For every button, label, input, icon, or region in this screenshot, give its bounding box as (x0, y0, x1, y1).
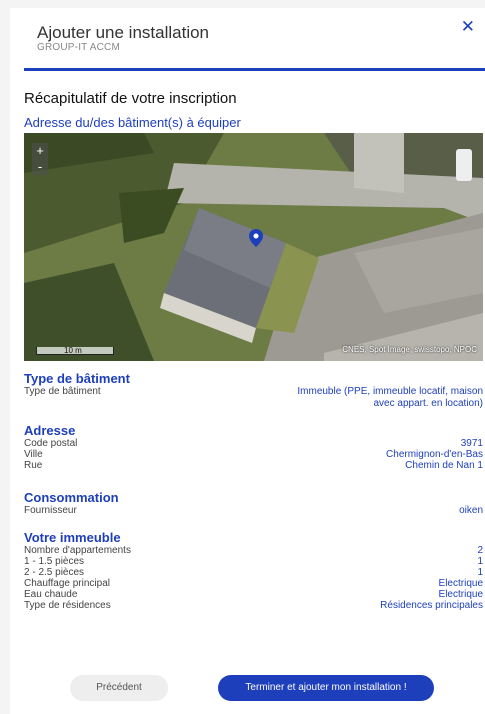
previous-button[interactable]: Précédent (70, 675, 168, 701)
building-type-row: Type de bâtiment Immeuble (PPE, immeuble… (24, 386, 483, 410)
city-label: Ville (24, 449, 43, 460)
zoom-in-button[interactable]: + (32, 143, 48, 159)
close-icon[interactable]: ✕ (461, 18, 475, 36)
residence-type-value: Résidences principales (380, 600, 483, 611)
building-type-value-line2: avec appart. en location) (373, 398, 483, 409)
scale-label: 10 m (64, 346, 82, 355)
map-imagery (24, 133, 483, 361)
main-heating-value: Electrique (438, 578, 483, 589)
zoom-out-button[interactable]: - (32, 159, 48, 175)
postal-code-value: 3971 (460, 438, 483, 449)
info-row: Code postal 3971 (24, 438, 483, 449)
info-row: Fournisseur oiken (24, 505, 483, 516)
map-pin-icon[interactable] (249, 229, 263, 247)
building-type-value-line1: Immeuble (PPE, immeuble locatif, maison (297, 386, 483, 397)
rooms-1-value: 1 (477, 556, 483, 567)
street-value: Chemin de Nan 1 (405, 460, 483, 471)
apartments-count-label: Nombre d'appartements (24, 545, 131, 556)
header-divider (24, 68, 485, 71)
hot-water-label: Eau chaude (24, 589, 78, 600)
map-credit: CNES, Spot Image, swisstopo, NPOC (342, 345, 477, 354)
building-heading: Votre immeuble (24, 530, 121, 545)
building-section: Votre immeuble Nombre d'appartements 2 1… (24, 530, 483, 612)
address-heading: Adresse (24, 423, 76, 438)
dialog-title: Ajouter une installation (37, 23, 210, 42)
info-row: Rue Chemin de Nan 1 (24, 460, 483, 471)
finish-button[interactable]: Terminer et ajouter mon installation ! (218, 675, 434, 701)
consumption-heading: Consommation (24, 490, 119, 505)
postal-code-label: Code postal (24, 438, 78, 449)
main-heating-label: Chauffage principal (24, 578, 110, 589)
recap-title: Récapitulatif de votre inscription (24, 90, 237, 107)
address-section-title: Adresse du/des bâtiment(s) à équiper (24, 115, 241, 130)
city-value: Chermignon-d'en-Bas (386, 449, 483, 460)
dialog-header: Ajouter une installation GROUP-IT ACCM ✕ (10, 8, 485, 70)
apartments-count-value: 2 (477, 545, 483, 556)
consumption-section: Consommation Fournisseur oiken (24, 490, 483, 517)
dialog-subtitle: GROUP-IT ACCM (37, 42, 120, 53)
supplier-label: Fournisseur (24, 505, 77, 516)
parked-car (456, 149, 472, 181)
info-row: 1 - 1.5 pièces 1 (24, 556, 483, 567)
rooms-1-label: 1 - 1.5 pièces (24, 556, 85, 567)
street-label: Rue (24, 460, 43, 471)
zoom-control: + - (32, 143, 48, 175)
info-row: Ville Chermignon-d'en-Bas (24, 449, 483, 460)
info-row: Chauffage principal Electrique (24, 578, 483, 589)
add-installation-dialog: Ajouter une installation GROUP-IT ACCM ✕… (10, 8, 485, 714)
hot-water-value: Electrique (438, 589, 483, 600)
building-type-section: Type de bâtiment Type de bâtiment Immeub… (24, 372, 483, 410)
info-row: Type de résidences Résidences principale… (24, 600, 483, 611)
address-section: Adresse Code postal 3971 Ville Chermigno… (24, 423, 483, 472)
supplier-value: oiken (459, 505, 483, 516)
rooms-2-value: 1 (477, 567, 483, 578)
residence-type-label: Type de résidences (24, 600, 111, 611)
info-row: Nombre d'appartements 2 (24, 545, 483, 556)
rooms-2-label: 2 - 2.5 pièces (24, 567, 85, 578)
info-row: Eau chaude Electrique (24, 589, 483, 600)
building-type-heading: Type de bâtiment (24, 371, 130, 386)
satellite-map[interactable]: + - 10 m CNES, Spot Image, swisstopo, NP… (24, 133, 483, 361)
building-type-label: Type de bâtiment (24, 386, 101, 397)
info-row: 2 - 2.5 pièces 1 (24, 567, 483, 578)
building-type-value: Immeuble (PPE, immeuble locatif, maison … (243, 386, 483, 410)
